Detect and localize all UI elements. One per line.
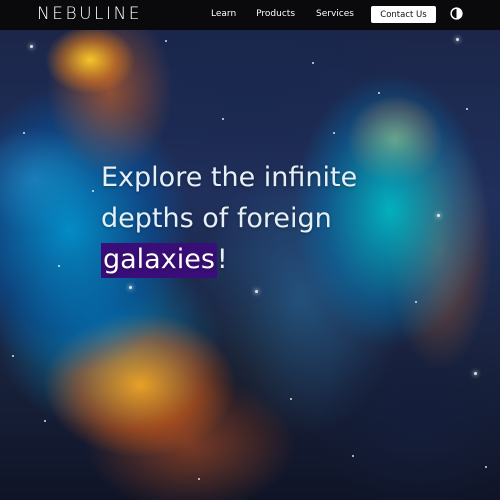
hero-headline: Explore the infinite depths of foreign g… <box>101 157 431 280</box>
nav-link-products[interactable]: Products <box>256 9 295 20</box>
nav-links: Learn Products Services <box>211 9 374 20</box>
nav-link-services[interactable]: Services <box>316 9 354 20</box>
navbar: NEBULINE Learn Products Services Contact… <box>0 0 500 30</box>
contrast-icon[interactable] <box>450 7 463 20</box>
headline-highlight: galaxies <box>101 243 217 278</box>
headline-exclamation: ! <box>216 244 228 275</box>
nav-link-learn[interactable]: Learn <box>211 9 236 20</box>
contact-us-button[interactable]: Contact Us <box>371 6 436 23</box>
headline-line-1: Explore the infinite <box>101 162 358 193</box>
brand-logo[interactable]: NEBULINE <box>37 4 142 24</box>
headline-line-2: depths of foreign <box>101 203 332 234</box>
